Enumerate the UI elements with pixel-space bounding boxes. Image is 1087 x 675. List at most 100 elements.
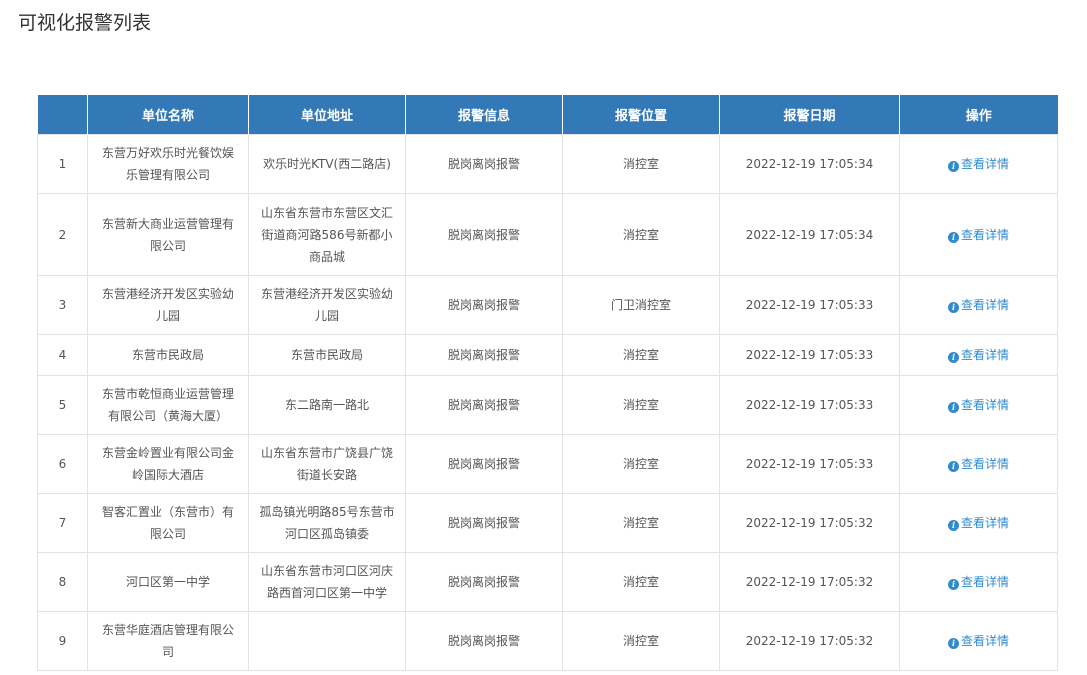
address-cell: 东二路南一路北 — [248, 375, 406, 435]
table-body: 1 东营万好欢乐时光餐饮娱乐管理有限公司 欢乐时光KTV(西二路店) 脱岗离岗报… — [37, 134, 1058, 671]
alarm-info-cell: 脱岗离岗报警 — [405, 334, 563, 376]
location-cell: 消控室 — [562, 611, 720, 671]
row-index: 8 — [37, 552, 88, 612]
column-header-alarm-info: 报警信息 — [405, 95, 563, 135]
row-index: 9 — [37, 611, 88, 671]
action-cell: i 查看详情 — [899, 193, 1058, 276]
table-row: 2 东营新大商业运营管理有限公司 山东省东营市东营区文汇街道商河路586号新都小… — [37, 193, 1058, 276]
unit-name-cell: 东营港经济开发区实验幼儿园 — [87, 275, 249, 335]
unit-name-cell: 东营万好欢乐时光餐饮娱乐管理有限公司 — [87, 134, 249, 194]
address-cell: 山东省东营市河口区河庆路西首河口区第一中学 — [248, 552, 406, 612]
location-cell: 门卫消控室 — [562, 275, 720, 335]
date-cell: 2022-12-19 17:05:33 — [719, 334, 900, 376]
row-index: 4 — [37, 334, 88, 376]
view-details-link[interactable]: i 查看详情 — [947, 227, 1009, 243]
date-cell: 2022-12-19 17:05:33 — [719, 275, 900, 335]
location-cell: 消控室 — [562, 193, 720, 276]
table-row: 9 东营华庭酒店管理有限公司 脱岗离岗报警 消控室 2022-12-19 17:… — [37, 611, 1058, 671]
address-cell: 山东省东营市广饶县广饶街道长安路 — [248, 434, 406, 494]
unit-name-cell: 东营新大商业运营管理有限公司 — [87, 193, 249, 276]
view-details-link[interactable]: i 查看详情 — [947, 398, 1009, 413]
view-details-link[interactable]: i 查看详情 — [947, 348, 1009, 363]
view-details-link[interactable]: i 查看详情 — [947, 298, 1009, 313]
unit-name-cell: 东营金岭置业有限公司金岭国际大酒店 — [87, 434, 249, 494]
alarm-table-container: 单位名称 单位地址 报警信息 报警位置 报警日期 操作 1 东营万好欢乐时光餐饮… — [37, 95, 1058, 671]
address-cell — [248, 611, 406, 671]
table-row: 1 东营万好欢乐时光餐饮娱乐管理有限公司 欢乐时光KTV(西二路店) 脱岗离岗报… — [37, 134, 1058, 194]
view-details-link[interactable]: i 查看详情 — [947, 575, 1009, 590]
date-cell: 2022-12-19 17:05:34 — [719, 193, 900, 276]
date-cell: 2022-12-19 17:05:34 — [719, 134, 900, 194]
address-cell: 东营市民政局 — [248, 334, 406, 376]
alarm-info-cell: 脱岗离岗报警 — [405, 375, 563, 435]
unit-name-cell: 河口区第一中学 — [87, 552, 249, 612]
alarm-info-cell: 脱岗离岗报警 — [405, 611, 563, 671]
row-index: 7 — [37, 493, 88, 553]
row-index: 6 — [37, 434, 88, 494]
row-index: 1 — [37, 134, 88, 194]
date-cell: 2022-12-19 17:05:32 — [719, 611, 900, 671]
alarm-info-cell: 脱岗离岗报警 — [405, 434, 563, 494]
action-cell: i 查看详情 — [899, 134, 1058, 194]
view-details-label: 查看详情 — [960, 457, 1009, 471]
table-row: 5 东营市乾恒商业运营管理有限公司（黄海大厦） 东二路南一路北 脱岗离岗报警 消… — [37, 375, 1058, 435]
table-row: 4 东营市民政局 东营市民政局 脱岗离岗报警 消控室 2022-12-19 17… — [37, 334, 1058, 376]
info-icon: i — [947, 302, 959, 313]
action-cell: i 查看详情 — [899, 334, 1058, 376]
alarm-info-cell: 脱岗离岗报警 — [405, 275, 563, 335]
table-row: 7 智客汇置业（东营市）有限公司 孤岛镇光明路85号东营市河口区孤岛镇委 脱岗离… — [37, 493, 1058, 553]
date-cell: 2022-12-19 17:05:33 — [719, 375, 900, 435]
date-cell: 2022-12-19 17:05:33 — [719, 434, 900, 494]
view-details-link[interactable]: i 查看详情 — [947, 157, 1009, 172]
location-cell: 消控室 — [562, 134, 720, 194]
address-cell: 山东省东营市东营区文汇街道商河路586号新都小商品城 — [248, 193, 406, 276]
table-row: 3 东营港经济开发区实验幼儿园 东营港经济开发区实验幼儿园 脱岗离岗报警 门卫消… — [37, 275, 1058, 335]
row-index: 2 — [37, 193, 88, 276]
column-header-unit-name: 单位名称 — [87, 95, 249, 135]
view-details-label: 查看详情 — [960, 398, 1009, 412]
action-cell: i 查看详情 — [899, 611, 1058, 671]
address-cell: 欢乐时光KTV(西二路店) — [248, 134, 406, 194]
location-cell: 消控室 — [562, 375, 720, 435]
location-cell: 消控室 — [562, 552, 720, 612]
view-details-label: 查看详情 — [960, 516, 1009, 530]
unit-name-cell: 东营华庭酒店管理有限公司 — [87, 611, 249, 671]
info-icon: i — [947, 161, 959, 172]
view-details-label: 查看详情 — [960, 157, 1009, 171]
info-icon: i — [947, 402, 959, 413]
address-cell: 孤岛镇光明路85号东营市河口区孤岛镇委 — [248, 493, 406, 553]
info-icon: i — [947, 520, 959, 531]
action-cell: i 查看详情 — [899, 375, 1058, 435]
view-details-link[interactable]: i 查看详情 — [947, 634, 1009, 649]
table-header: 单位名称 单位地址 报警信息 报警位置 报警日期 操作 — [37, 95, 1058, 135]
action-cell: i 查看详情 — [899, 552, 1058, 612]
location-cell: 消控室 — [562, 434, 720, 494]
alarm-info-cell: 脱岗离岗报警 — [405, 493, 563, 553]
column-header-address: 单位地址 — [248, 95, 406, 135]
action-cell: i 查看详情 — [899, 275, 1058, 335]
view-details-label: 查看详情 — [960, 298, 1009, 312]
unit-name-cell: 东营市乾恒商业运营管理有限公司（黄海大厦） — [87, 375, 249, 435]
date-cell: 2022-12-19 17:05:32 — [719, 552, 900, 612]
column-header-date: 报警日期 — [719, 95, 900, 135]
info-icon: i — [947, 638, 959, 649]
table-row: 6 东营金岭置业有限公司金岭国际大酒店 山东省东营市广饶县广饶街道长安路 脱岗离… — [37, 434, 1058, 494]
info-icon: i — [947, 352, 959, 363]
view-details-label: 查看详情 — [960, 348, 1009, 362]
alarm-info-cell: 脱岗离岗报警 — [405, 552, 563, 612]
view-details-label: 查看详情 — [960, 634, 1009, 648]
column-header-index — [37, 95, 88, 135]
date-cell: 2022-12-19 17:05:32 — [719, 493, 900, 553]
location-cell: 消控室 — [562, 334, 720, 376]
location-cell: 消控室 — [562, 493, 720, 553]
row-index: 5 — [37, 375, 88, 435]
view-details-label: 查看详情 — [960, 227, 1009, 242]
unit-name-cell: 智客汇置业（东营市）有限公司 — [87, 493, 249, 553]
table-row: 8 河口区第一中学 山东省东营市河口区河庆路西首河口区第一中学 脱岗离岗报警 消… — [37, 552, 1058, 612]
alarm-info-cell: 脱岗离岗报警 — [405, 193, 563, 276]
view-details-link[interactable]: i 查看详情 — [947, 457, 1009, 472]
info-icon: i — [947, 461, 959, 472]
view-details-label: 查看详情 — [960, 575, 1009, 589]
view-details-link[interactable]: i 查看详情 — [947, 516, 1009, 531]
alarm-table: 单位名称 单位地址 报警信息 报警位置 报警日期 操作 1 东营万好欢乐时光餐饮… — [37, 95, 1058, 671]
